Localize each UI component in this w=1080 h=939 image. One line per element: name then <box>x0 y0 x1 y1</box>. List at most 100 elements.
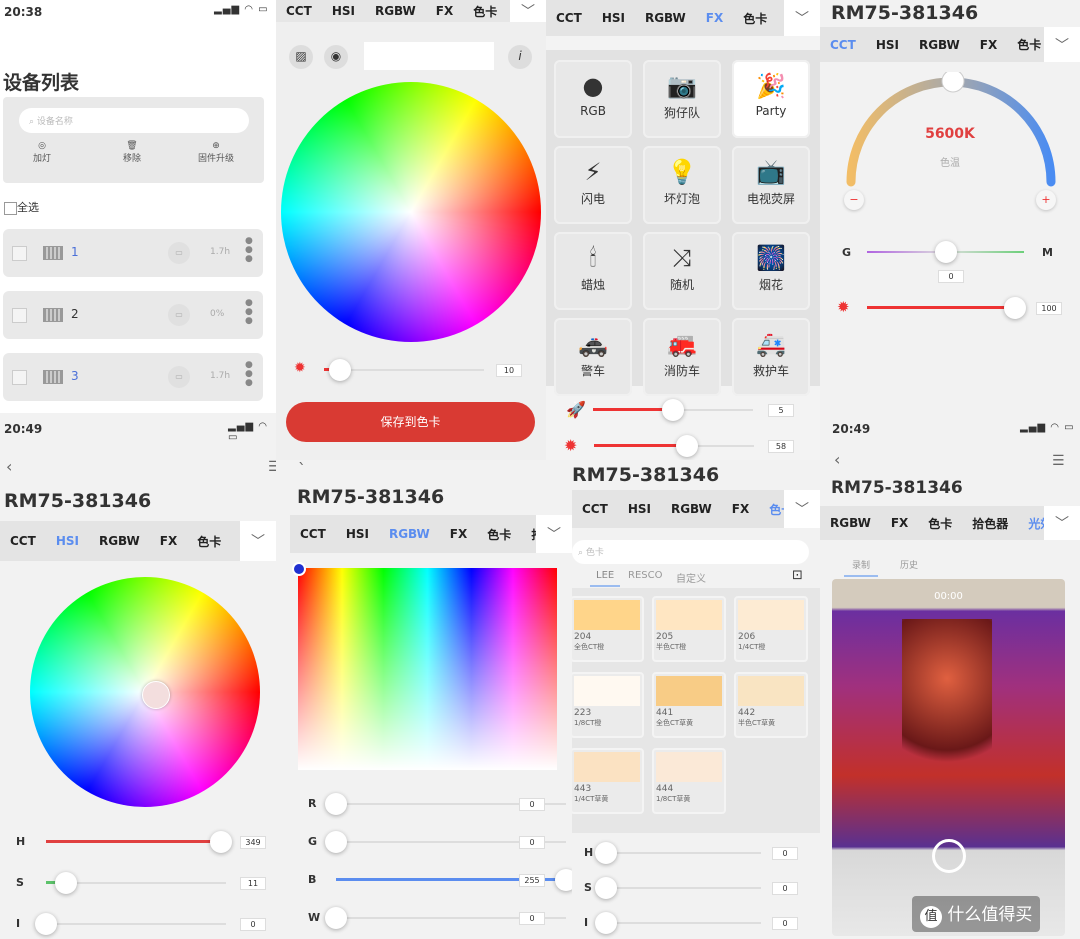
slider-knob[interactable] <box>662 399 684 421</box>
tab-1[interactable]: HSI <box>876 38 899 52</box>
record-button[interactable] <box>932 839 966 873</box>
tab-4[interactable]: 色卡 <box>197 533 221 550</box>
image-icon[interactable]: ▨ <box>289 45 313 69</box>
tab-4[interactable]: 色卡 <box>487 526 511 543</box>
tab-1[interactable]: HSI <box>602 11 625 25</box>
tab-2[interactable]: RGBW <box>671 502 712 516</box>
tab-2[interactable]: 色卡 <box>928 515 952 532</box>
fx-item[interactable]: 🚒 消防车 <box>643 318 721 396</box>
brightness-slider[interactable] <box>594 435 754 457</box>
color-wheel[interactable] <box>281 82 541 342</box>
fx-item[interactable]: ⚡ 闪电 <box>554 146 632 224</box>
tab-1[interactable]: HSI <box>56 534 79 548</box>
tab-2[interactable]: RGBW <box>645 11 686 25</box>
tab-1[interactable]: HSI <box>332 4 355 18</box>
tab-0[interactable]: CCT <box>300 527 326 541</box>
tab-0[interactable]: CCT <box>286 4 312 18</box>
tab-4[interactable]: 色卡 <box>1017 36 1041 53</box>
tab-0[interactable]: CCT <box>10 534 36 548</box>
tab-3[interactable]: 拾色器 <box>972 515 1008 532</box>
fx-item[interactable]: 🚑 救护车 <box>732 318 810 396</box>
fx-item[interactable]: 📺 电视荧屏 <box>732 146 810 224</box>
chevron-down-icon[interactable]: ﹀ <box>1044 27 1080 62</box>
slider-knob[interactable] <box>555 869 572 891</box>
slider-knob[interactable] <box>675 435 698 457</box>
tab-3[interactable]: FX <box>980 38 997 52</box>
device-row[interactable]: 1 ▭ 1.7h ● ● ● <box>3 229 263 277</box>
wheel-knob[interactable] <box>142 681 170 709</box>
decrease-button[interactable]: − <box>844 190 864 210</box>
slider-knob[interactable] <box>1004 297 1026 319</box>
tab-0[interactable]: CCT <box>582 502 608 516</box>
tab-1[interactable]: FX <box>891 516 908 530</box>
sub-tab-resco[interactable]: RESCO <box>628 570 662 581</box>
color-wheel[interactable] <box>30 577 260 807</box>
slider-knob[interactable] <box>209 831 232 853</box>
tab-1[interactable]: HSI <box>346 527 369 541</box>
device-row[interactable]: 3 ▭ 1.7h ● ● ● <box>3 353 263 401</box>
slider-knob[interactable] <box>329 359 351 381</box>
back-icon[interactable]: ‹ <box>6 457 12 476</box>
slider-knob[interactable] <box>325 907 347 929</box>
tab-1[interactable]: HSI <box>628 502 651 516</box>
sub-tab-record[interactable]: 录制 <box>844 558 879 577</box>
more-icon[interactable]: ● ● ● <box>245 237 253 264</box>
fx-item[interactable]: ⤨ 随机 <box>643 232 721 310</box>
slider-s[interactable] <box>595 877 761 899</box>
sub-tab-lee[interactable]: LEE <box>590 570 621 587</box>
device-row[interactable]: 2 ▭ 0% ● ● ● <box>3 291 263 339</box>
color-spectrum[interactable] <box>292 562 557 770</box>
slider-i[interactable] <box>35 913 226 935</box>
slider-knob[interactable] <box>325 831 347 853</box>
save-icon[interactable]: ⊡ <box>792 568 803 583</box>
select-all-checkbox[interactable]: 全选 <box>4 199 39 215</box>
menu-icon[interactable]: ☰ <box>268 459 276 475</box>
gel-swatch[interactable]: 205 半色CT橙 <box>652 596 726 662</box>
remove-button[interactable]: 🗑 移除 <box>123 141 141 164</box>
camera-icon[interactable]: ◉ <box>324 45 348 69</box>
device-checkbox[interactable] <box>12 308 27 323</box>
tab-4[interactable]: 色卡 <box>473 3 497 20</box>
gel-swatch[interactable]: 443 1/4CT草黄 <box>572 748 644 814</box>
chevron-down-icon[interactable]: ﹀ <box>536 515 572 553</box>
tab-3[interactable]: FX <box>706 11 723 25</box>
tab-2[interactable]: RGBW <box>919 38 960 52</box>
search-input[interactable]: ⌕ 设备名称 <box>19 108 249 133</box>
brightness-slider[interactable] <box>324 359 484 381</box>
device-checkbox[interactable] <box>12 246 27 261</box>
tab-2[interactable]: RGBW <box>375 4 416 18</box>
slider-knob[interactable] <box>595 877 617 899</box>
tab-3[interactable]: FX <box>160 534 177 548</box>
more-icon[interactable]: ● ● ● <box>245 361 253 388</box>
firmware-upgrade-button[interactable]: ⊕ 固件升级 <box>198 141 234 164</box>
tab-2[interactable]: RGBW <box>99 534 140 548</box>
gel-swatch[interactable]: 442 半色CT草黄 <box>734 672 808 738</box>
spectrum-knob[interactable] <box>292 562 306 576</box>
green-magenta-slider[interactable] <box>867 241 1024 263</box>
slider-i[interactable] <box>595 912 761 934</box>
gel-swatch[interactable]: 444 1/8CT草黄 <box>652 748 726 814</box>
chevron-down-icon[interactable]: ﹀ <box>510 0 546 22</box>
speed-slider[interactable] <box>593 399 753 421</box>
gel-swatch[interactable]: 441 全色CT草黄 <box>652 672 726 738</box>
gel-swatch[interactable]: 223 1/8CT橙 <box>572 672 644 738</box>
chevron-down-icon[interactable]: ﹀ <box>1044 506 1080 540</box>
back-icon[interactable]: ‹ <box>834 450 840 469</box>
gel-search-input[interactable]: ⌕ 色卡 <box>572 540 809 564</box>
device-checkbox[interactable] <box>12 370 27 385</box>
chevron-down-icon[interactable]: ﹀ <box>784 490 820 528</box>
slider-s[interactable] <box>46 872 226 894</box>
slider-h[interactable] <box>46 831 232 853</box>
chevron-down-icon[interactable]: ﹀ <box>784 0 820 36</box>
tab-3[interactable]: FX <box>436 4 453 18</box>
sub-tab-history[interactable]: 历史 <box>900 558 918 571</box>
tab-2[interactable]: RGBW <box>389 527 430 541</box>
fx-item[interactable]: 🎉 Party <box>732 60 810 138</box>
gel-swatch[interactable]: 204 全色CT橙 <box>572 596 644 662</box>
slider-knob[interactable] <box>35 913 57 935</box>
sub-tab-custom[interactable]: 自定义 <box>676 570 706 585</box>
slider-h[interactable] <box>595 842 761 864</box>
slider-knob[interactable] <box>325 793 347 815</box>
menu-icon[interactable]: ☰ <box>1052 453 1065 469</box>
info-button[interactable]: i <box>508 45 532 69</box>
